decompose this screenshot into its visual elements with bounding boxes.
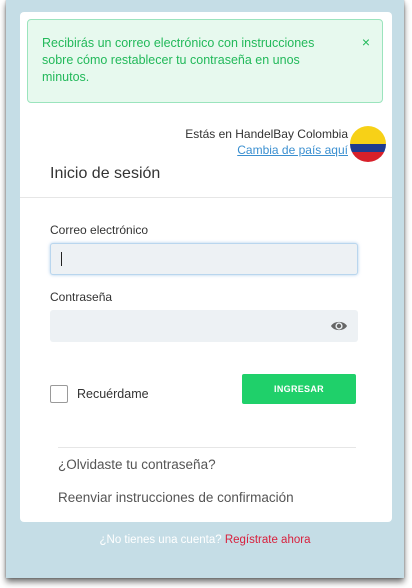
- password-label: Contraseña: [50, 290, 113, 304]
- remember-me-checkbox[interactable]: [50, 385, 68, 403]
- resend-confirmation-link[interactable]: Reenviar instrucciones de confirmación: [58, 490, 294, 505]
- current-country-text: Estás en HandelBay Colombia: [185, 127, 348, 141]
- page-title: Inicio de sesión: [50, 165, 161, 182]
- email-label: Correo electrónico: [50, 223, 149, 237]
- show-password-eye-icon[interactable]: [330, 318, 348, 334]
- text-caret: [61, 252, 62, 266]
- success-alert: Recibirás un correo electrónico con inst…: [27, 19, 383, 103]
- no-account-text: ¿No tienes una cuenta?: [99, 534, 222, 546]
- login-button[interactable]: INGRESAR: [242, 374, 356, 404]
- change-country-link[interactable]: Cambia de país aquí: [237, 143, 348, 157]
- email-field[interactable]: [50, 243, 358, 275]
- colombia-flag-icon[interactable]: [350, 126, 386, 162]
- close-icon[interactable]: ×: [362, 34, 370, 50]
- register-link[interactable]: Regístrate ahora: [225, 534, 311, 546]
- alert-message: Recibirás un correo electrónico con inst…: [42, 36, 315, 84]
- forgot-password-link[interactable]: ¿Olvidaste tu contraseña?: [58, 457, 216, 472]
- remember-me-label[interactable]: Recuérdame: [77, 387, 149, 401]
- signup-footer: ¿No tienes una cuenta? Regístrate ahora: [6, 534, 404, 546]
- page-frame: Recibirás un correo electrónico con inst…: [6, 0, 404, 578]
- title-divider: [20, 197, 392, 198]
- password-field[interactable]: [50, 310, 358, 342]
- login-card: Recibirás un correo electrónico con inst…: [20, 12, 392, 522]
- links-divider: [58, 447, 356, 448]
